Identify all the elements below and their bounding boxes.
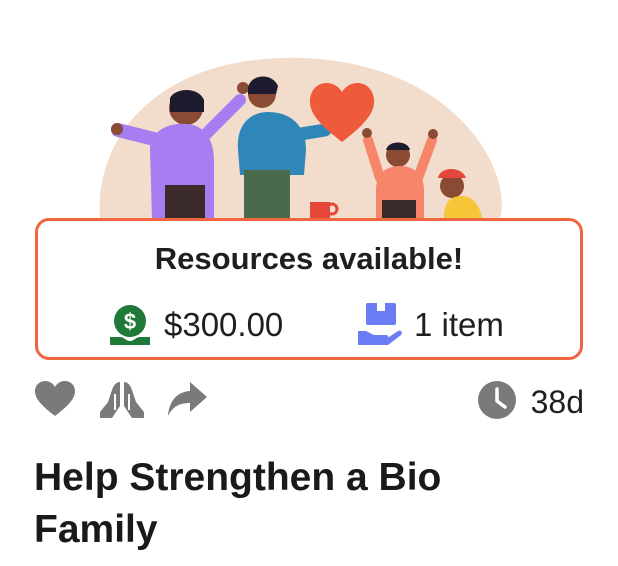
- clock-icon: [477, 380, 517, 425]
- resources-heading: Resources available!: [154, 241, 464, 276]
- item-count: 1 item: [414, 306, 504, 343]
- time-remaining: 38d: [477, 380, 584, 425]
- money-amount: $300.00: [164, 306, 284, 343]
- heart-icon[interactable]: [34, 380, 76, 418]
- resources-card[interactable]: Resources available! $ $300.00 1 item: [35, 218, 583, 360]
- time-remaining-text: 38d: [530, 384, 584, 420]
- item-resource: 1 item: [356, 303, 504, 345]
- box-in-hand-icon: [356, 301, 404, 349]
- praying-hands-icon[interactable]: [98, 380, 146, 420]
- svg-text:$: $: [124, 309, 136, 334]
- post-title[interactable]: Help Strengthen a Bio Family: [34, 452, 574, 556]
- family-illustration: [0, 0, 618, 230]
- money-in-hand-icon: $: [106, 301, 154, 349]
- share-arrow-icon[interactable]: [166, 380, 208, 418]
- money-resource: $ $300.00: [106, 305, 283, 345]
- action-bar: 38d: [34, 376, 584, 426]
